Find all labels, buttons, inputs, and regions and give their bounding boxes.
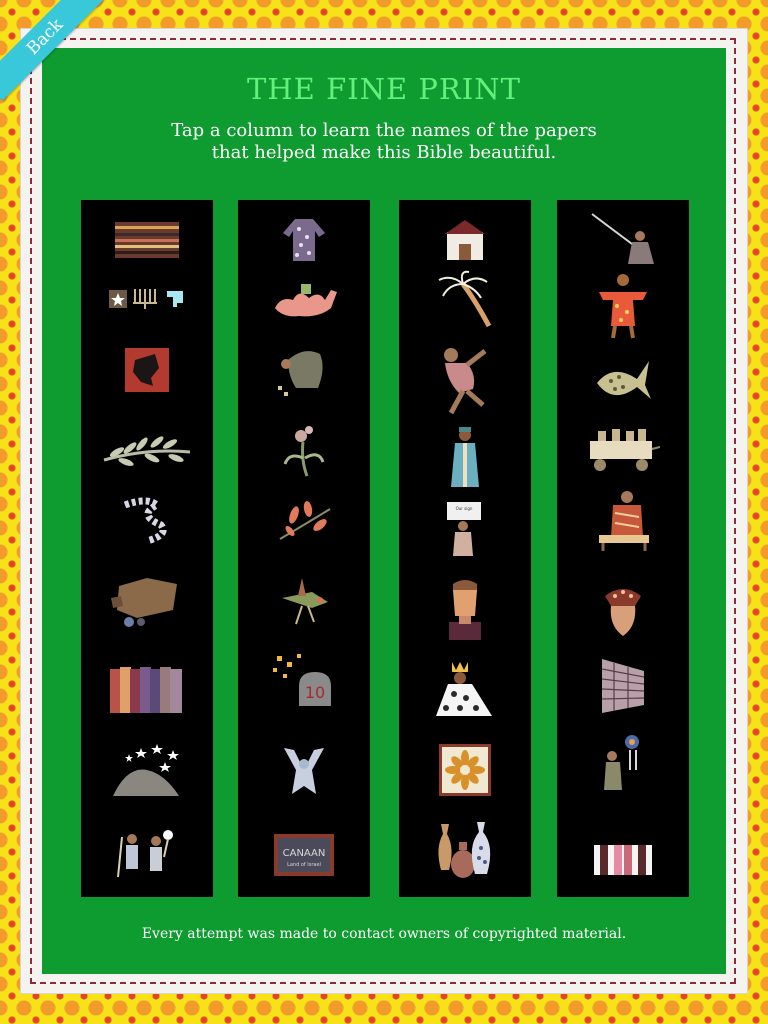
flower-icon: [244, 415, 364, 485]
copyright-notice: Every attempt was made to contact owners…: [141, 926, 627, 942]
staff-icon: [87, 485, 207, 555]
svg-text:CANAAN: CANAAN: [283, 848, 326, 859]
wall-icon: [563, 650, 683, 720]
two-figures-icon: [87, 820, 207, 890]
subtitle-line-2: that helped make this Bible beautiful.: [211, 142, 557, 163]
page-title: THE FINE PRINT: [247, 72, 521, 106]
bird-icon: [244, 565, 364, 635]
boy-portrait-icon: [405, 575, 525, 645]
ark-icon: [87, 565, 207, 635]
column-1[interactable]: [81, 200, 213, 897]
page-subtitle: Tap a column to learn the names of the p…: [120, 120, 648, 164]
olive-branch-icon: [87, 415, 207, 485]
palm-tree-icon: [405, 265, 525, 335]
canaan-sign-icon: CANAAN Land of Israel: [244, 820, 364, 890]
color-swatches-icon: [87, 655, 207, 725]
stars-hill-icon: [87, 735, 207, 805]
svg-text:Land of Israel: Land of Israel: [287, 862, 321, 868]
jar-icon: [563, 575, 683, 645]
column-2[interactable]: 10 CANAAN Land of Israel: [238, 200, 370, 897]
svg-text:10: 10: [305, 683, 325, 702]
leaves-branch-icon: [244, 485, 364, 555]
kneeling-figure-icon: [244, 335, 364, 405]
column-4[interactable]: [557, 200, 689, 897]
flower-tile-icon: [405, 735, 525, 805]
star-menorah-icon: [87, 265, 207, 335]
robed-man-icon: [405, 425, 525, 495]
cart-icon: [563, 415, 683, 485]
scribe-icon: [563, 485, 683, 555]
raised-arms-figure-icon: [244, 735, 364, 805]
lamp-figure-icon: [563, 730, 683, 800]
column-3[interactable]: Our sign: [399, 200, 531, 897]
queen-icon: [405, 655, 525, 725]
camel-icon: [244, 265, 364, 335]
subtitle-line-1: Tap a column to learn the names of the p…: [171, 120, 597, 141]
striped-swatch-icon: [563, 825, 683, 895]
vases-icon: [405, 815, 525, 885]
fish-icon: [563, 345, 683, 415]
map-icon: [87, 335, 207, 405]
dancer-icon: [405, 345, 525, 415]
prophet-icon: [563, 270, 683, 340]
sign-holder-icon: Our sign: [405, 495, 525, 565]
fisherman-icon: [563, 205, 683, 275]
svg-text:Our sign: Our sign: [456, 506, 473, 511]
ten-commandments-icon: 10: [244, 645, 364, 715]
